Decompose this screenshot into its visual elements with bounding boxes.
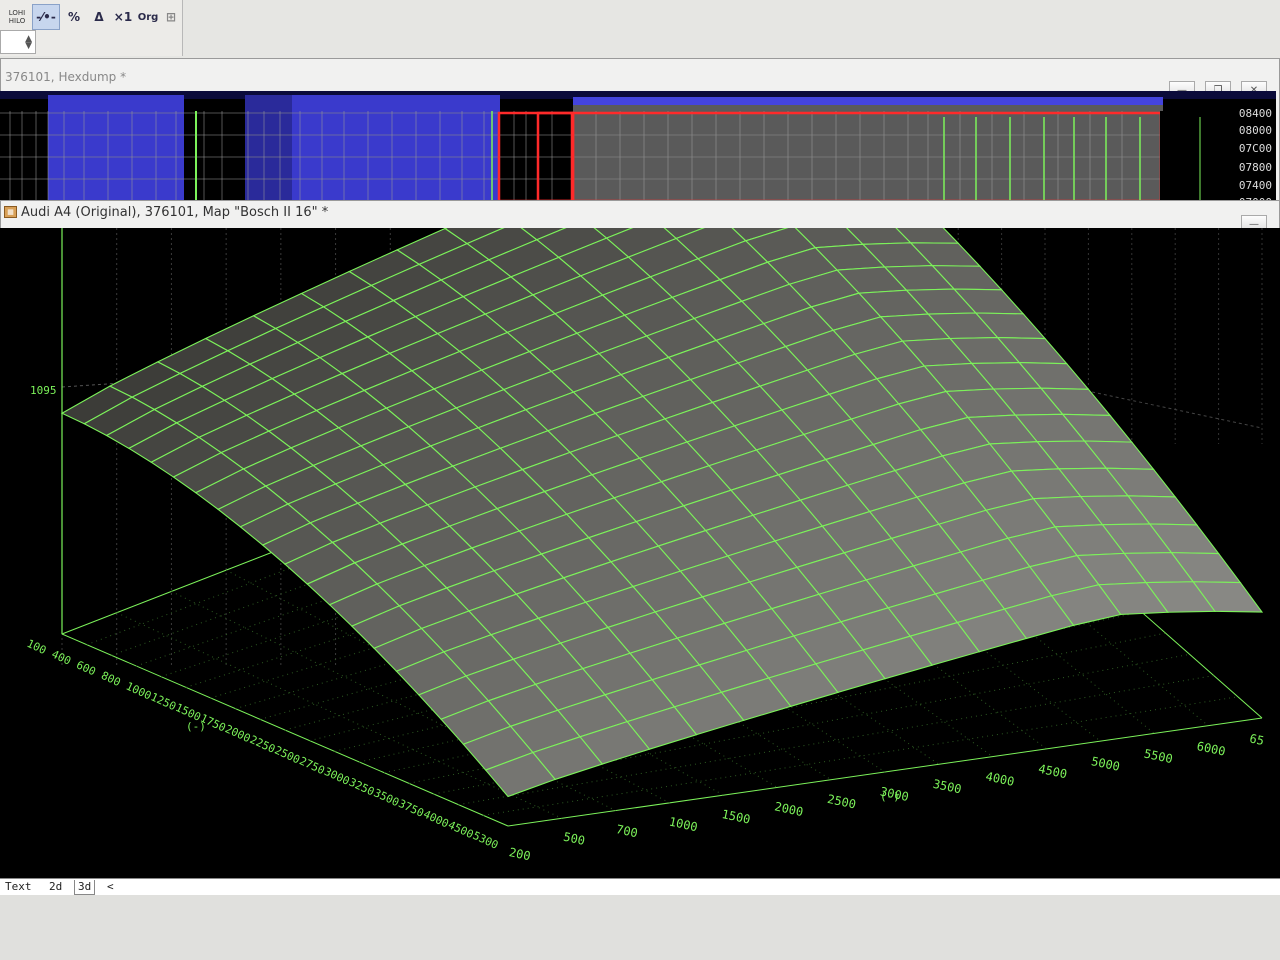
y-tick-label: 400	[50, 648, 74, 668]
y-tick-label: 800	[99, 669, 123, 689]
percent-button[interactable]: %	[64, 4, 84, 30]
toolbar: LOHI HILO -⁄•- % Δ ×1 Org ⊞ ▲ ▼	[0, 0, 183, 56]
x-tick-label: 4500	[1037, 762, 1068, 782]
x-tick-label: 1500	[720, 807, 751, 827]
hexdump-title: 376101, Hexdump *	[5, 70, 127, 84]
x-tick-label: 3500	[932, 777, 963, 797]
x-tick-label: 4000	[984, 769, 1015, 789]
hex-address: 07800	[1238, 161, 1272, 174]
x-tick-label: 1000	[668, 815, 699, 835]
waveform-button[interactable]: -⁄•-	[32, 4, 60, 30]
y-tick-label: 100	[25, 637, 49, 657]
hex-address: 07C00	[1238, 142, 1272, 155]
grid-button[interactable]: ⊞	[162, 4, 180, 30]
status-area	[0, 895, 1280, 960]
hex-address: 08400	[1238, 107, 1272, 120]
x-tick-label: 6000	[1196, 739, 1227, 759]
org-button[interactable]: Org	[136, 4, 160, 30]
spinner-arrows-icon[interactable]: ▲ ▼	[25, 35, 32, 51]
x-tick-label: 200	[508, 845, 532, 863]
x-tick-label: 2000	[773, 799, 804, 819]
multiply-button[interactable]: ×1	[112, 4, 134, 30]
x-tick-label: 65	[1248, 731, 1265, 748]
x-tick-label: 5000	[1090, 754, 1121, 774]
lohi-button[interactable]: LOHI HILO	[4, 4, 30, 30]
3d-surface-svg: 200500 700 1000 1500 2000 2500 3000 3500 4000 450…	[25, 117, 1265, 863]
3d-map-plot[interactable]: 200 500 700 1000 1500 2000 2500 3000 3500 4000 450…	[0, 117, 1280, 878]
y-tick-label: 5300	[471, 829, 501, 852]
delta-button[interactable]: Δ	[88, 4, 110, 30]
map-window-title: Audi A4 (Original), 376101, Map "Bosch I…	[21, 205, 329, 220]
tab-text[interactable]: Text	[2, 880, 35, 894]
x-tick-label: 2500	[826, 792, 857, 812]
x-axis-label: (-)	[880, 790, 900, 803]
x-tick-label: 500	[562, 830, 586, 848]
hexdump-graph[interactable]: 08400 08000 07C00 07800 07400 07000	[0, 91, 1276, 203]
tab-2d[interactable]: 2d	[46, 880, 65, 894]
map-file-icon: ▦	[4, 206, 17, 218]
view-tabs: Text 2d 3d <	[0, 878, 1280, 895]
tab-scroll-left[interactable]: <	[104, 880, 117, 894]
hex-address: 07400	[1238, 179, 1272, 192]
value-spinner[interactable]: ▲ ▼	[0, 30, 36, 54]
y-axis-label: (-)	[186, 720, 206, 733]
hex-address: 08000	[1238, 124, 1272, 137]
tab-3d[interactable]: 3d	[74, 880, 96, 895]
hexdump-graph-svg	[0, 91, 1276, 203]
y-tick-label: 600	[74, 658, 98, 678]
x-tick-label: 700	[615, 822, 639, 840]
z-max-label: 1095	[30, 384, 57, 397]
x-tick-label: 5500	[1143, 747, 1174, 767]
hexdump-title-bar: 376101, Hexdump *	[1, 65, 1279, 89]
